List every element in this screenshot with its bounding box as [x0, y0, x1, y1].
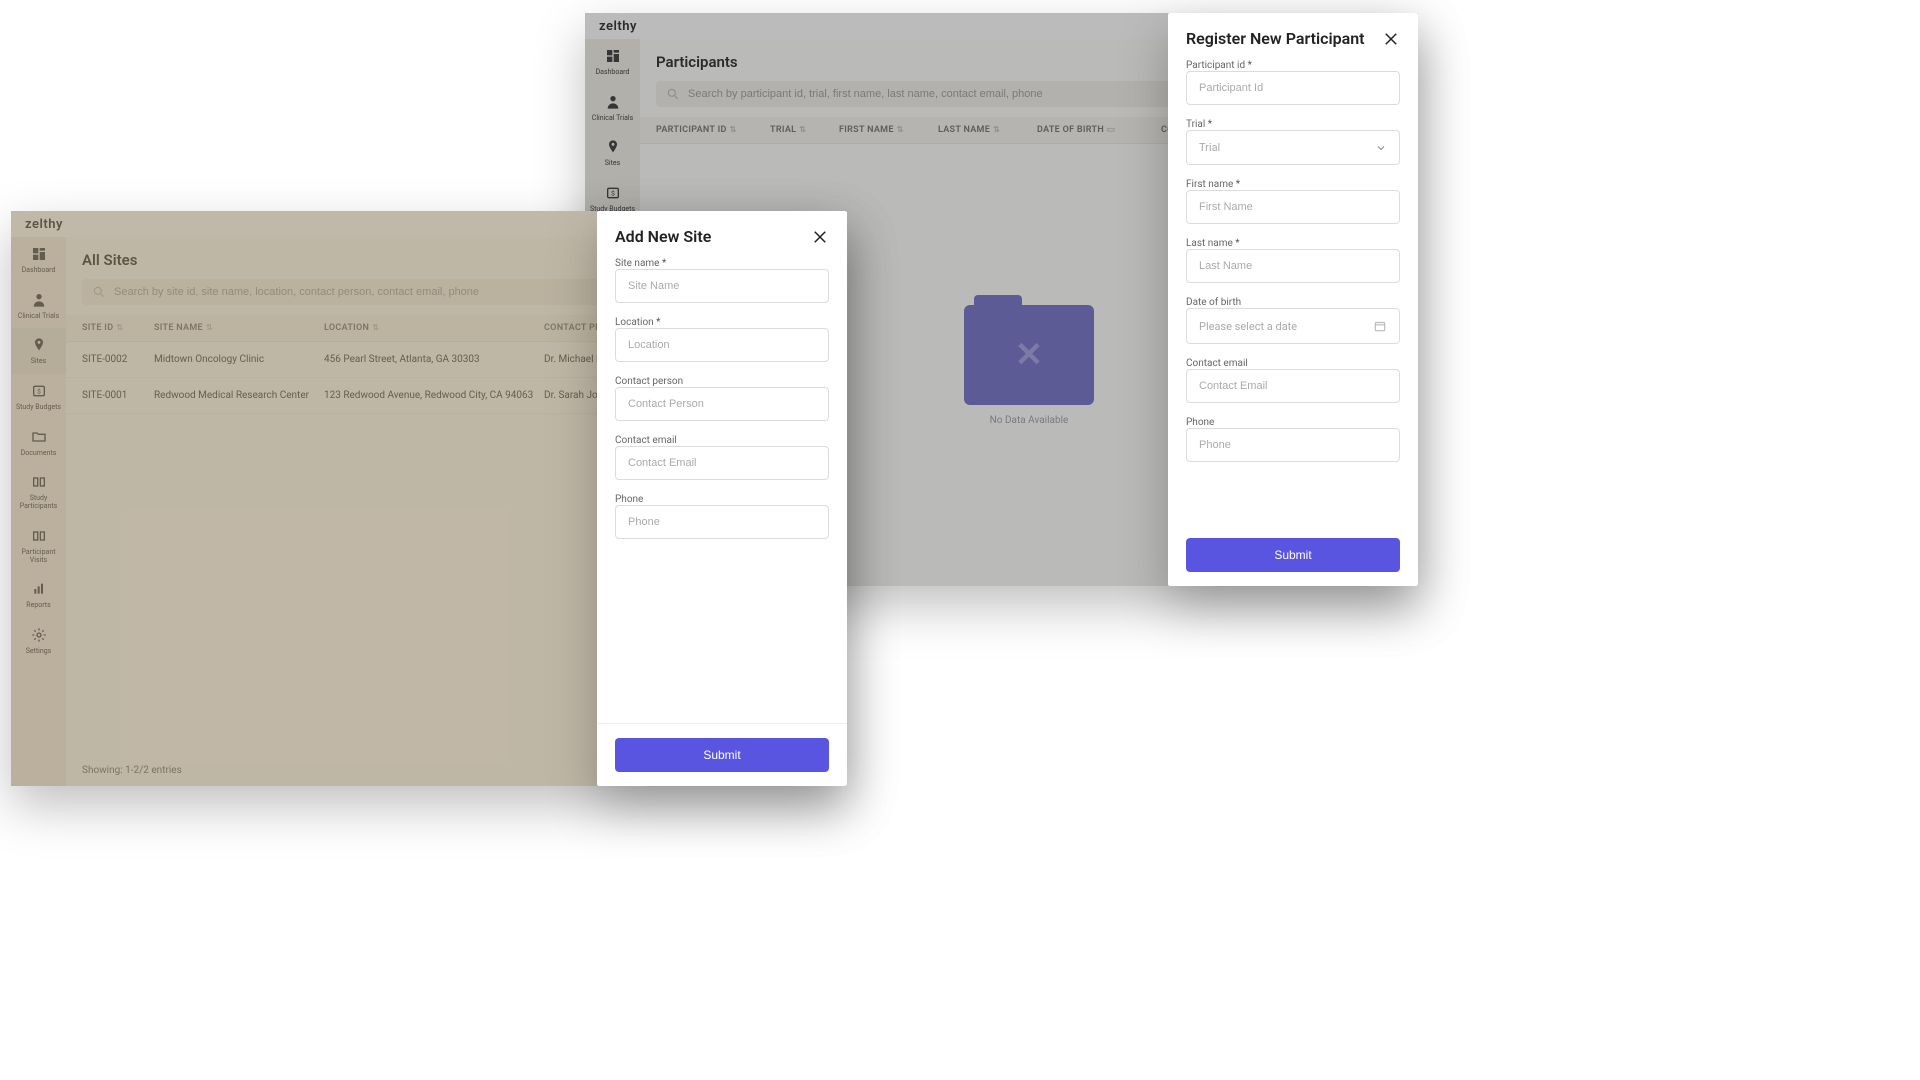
trial-label: Trial — [1186, 119, 1400, 130]
drawer-header: Add New Site — [597, 211, 847, 254]
dob-placeholder: Please select a date — [1199, 320, 1297, 333]
contact-person-label: Contact person — [615, 376, 829, 387]
drawer-title: Add New Site — [615, 227, 711, 246]
contact-email-input[interactable] — [615, 446, 829, 480]
participant-id-label: Participant id — [1186, 60, 1400, 71]
close-icon[interactable] — [811, 228, 829, 246]
dob-label: Date of birth — [1186, 297, 1400, 308]
site-name-input[interactable] — [615, 269, 829, 303]
calendar-icon — [1373, 319, 1387, 333]
submit-button[interactable]: Submit — [615, 738, 829, 772]
first-name-input[interactable] — [1186, 190, 1400, 224]
contact-email-label: Contact email — [1186, 358, 1400, 369]
trial-select[interactable]: Trial — [1186, 130, 1400, 165]
first-name-label: First name — [1186, 179, 1400, 190]
dob-input[interactable]: Please select a date — [1186, 308, 1400, 344]
contact-person-input[interactable] — [615, 387, 829, 421]
last-name-input[interactable] — [1186, 249, 1400, 283]
submit-button[interactable]: Submit — [1186, 538, 1400, 572]
site-name-label: Site name — [615, 258, 829, 269]
last-name-label: Last name — [1186, 238, 1400, 249]
phone-label: Phone — [1186, 417, 1400, 428]
contact-email-label: Contact email — [615, 435, 829, 446]
chevron-down-icon — [1375, 142, 1387, 154]
participant-id-input[interactable] — [1186, 71, 1400, 105]
add-site-drawer: Add New Site Site name Location Contact … — [597, 211, 847, 786]
register-participant-drawer: Register New Participant Participant id … — [1168, 13, 1418, 586]
drawer-header: Register New Participant — [1168, 13, 1418, 56]
phone-input[interactable] — [1186, 428, 1400, 462]
close-icon[interactable] — [1382, 30, 1400, 48]
contact-email-input[interactable] — [1186, 369, 1400, 403]
phone-label: Phone — [615, 494, 829, 505]
drawer-title: Register New Participant — [1186, 29, 1365, 48]
phone-input[interactable] — [615, 505, 829, 539]
location-label: Location — [615, 317, 829, 328]
location-input[interactable] — [615, 328, 829, 362]
trial-select-placeholder: Trial — [1199, 141, 1220, 154]
